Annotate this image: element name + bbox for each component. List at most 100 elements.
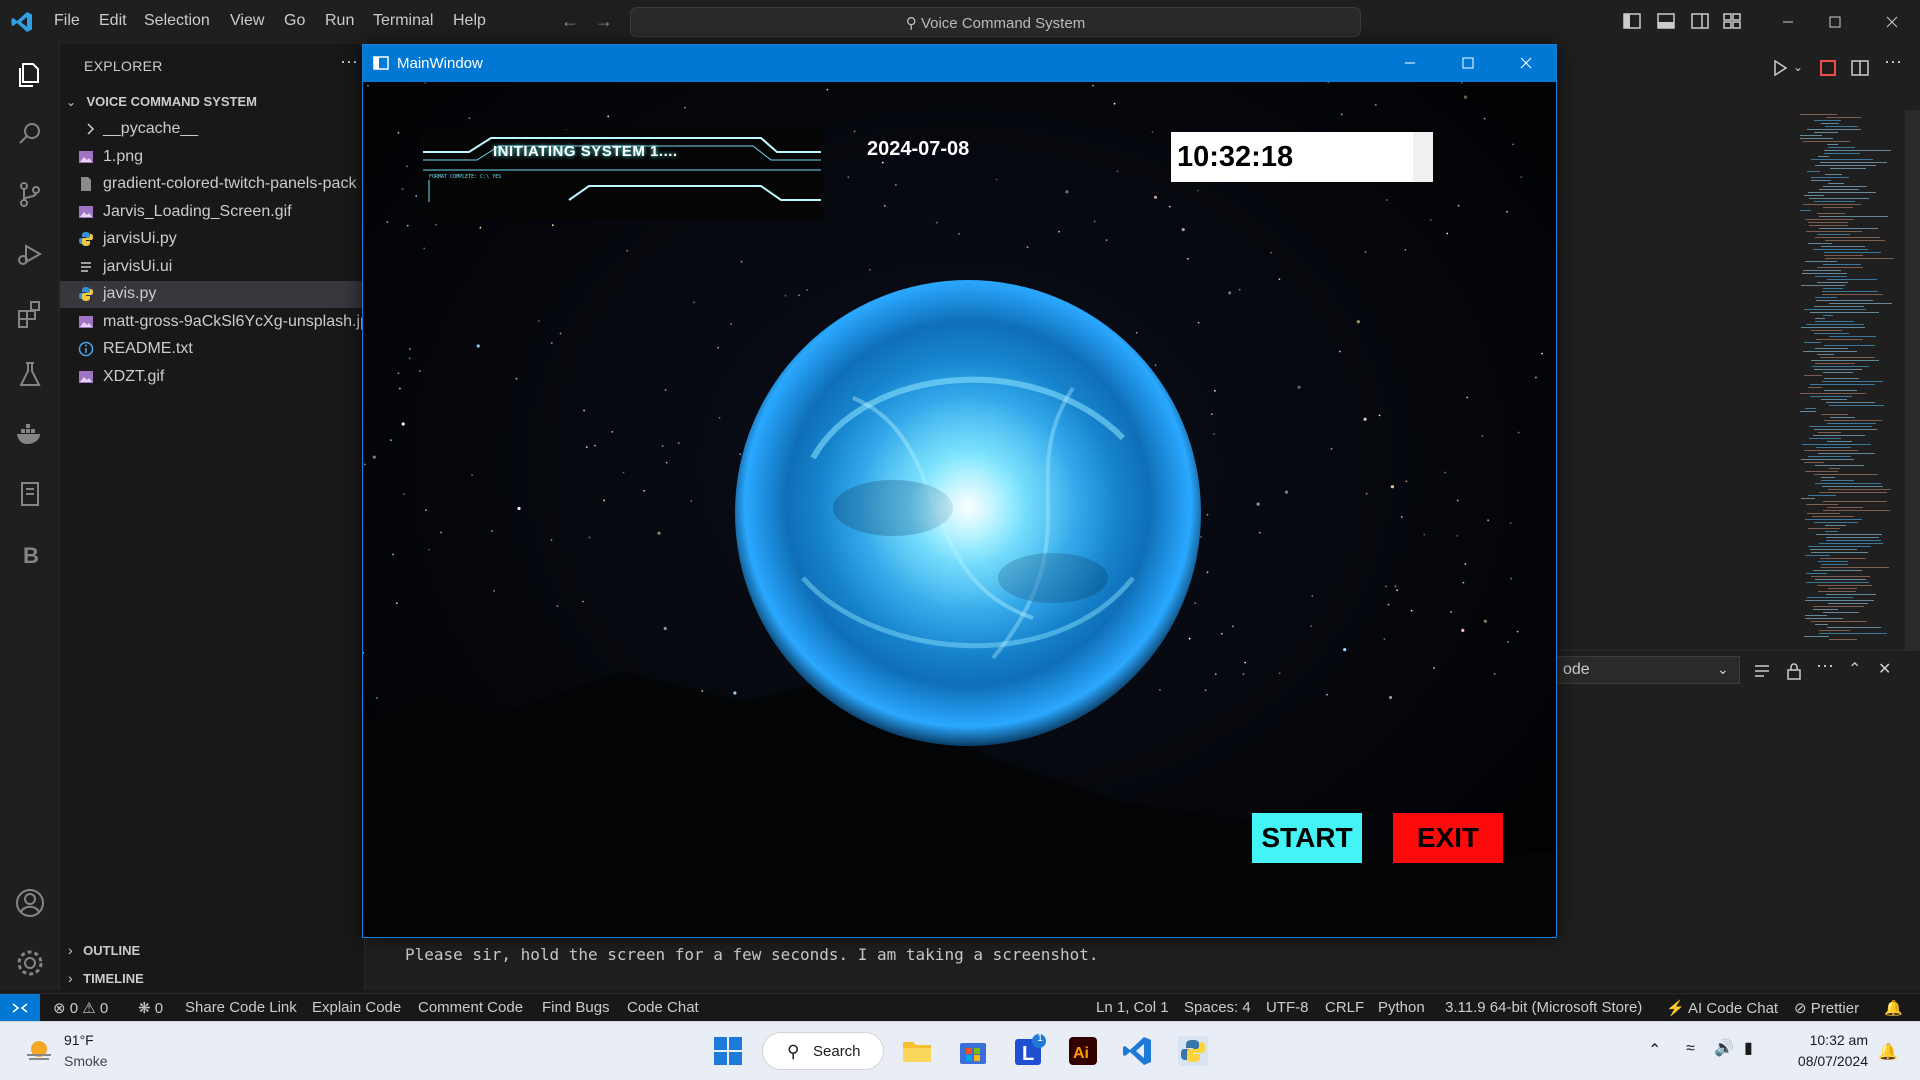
- file-tree-item[interactable]: javis.py: [60, 281, 365, 308]
- remote-indicator-icon[interactable]: [0, 994, 40, 1022]
- file-tree-item[interactable]: jarvisUi.py: [60, 226, 365, 253]
- file-tree-item[interactable]: XDZT.gif: [60, 364, 365, 391]
- more-actions-icon[interactable]: ⋯: [340, 52, 358, 73]
- vscode-taskbar-icon[interactable]: [1120, 1034, 1154, 1068]
- time-box-scrollbar[interactable]: [1413, 132, 1433, 182]
- outline-section[interactable]: › OUTLINE: [68, 942, 140, 960]
- ports-indicator[interactable]: ❋ 0: [138, 999, 163, 1017]
- share-code-link-button[interactable]: Share Code Link: [185, 999, 297, 1016]
- editor-scrollbar[interactable]: [1905, 110, 1920, 650]
- menu-help[interactable]: Help: [453, 12, 486, 30]
- toggle-sidebar-icon[interactable]: [1622, 11, 1642, 31]
- exit-button[interactable]: EXIT: [1393, 813, 1503, 863]
- weather-smoke-icon[interactable]: [24, 1036, 54, 1066]
- project-folder[interactable]: ⌄ VOICE COMMAND SYSTEM: [66, 93, 257, 111]
- run-debug-icon[interactable]: [14, 238, 46, 270]
- file-tree-item[interactable]: matt-gross-9aCkSl6YcXg-unsplash.jpg: [60, 309, 378, 336]
- settings-gear-icon[interactable]: [14, 947, 46, 979]
- run-dropdown-icon[interactable]: ⌄: [1793, 60, 1803, 74]
- vscode-maximize-button[interactable]: [1811, 9, 1857, 35]
- menu-view[interactable]: View: [230, 12, 264, 30]
- notification-center-icon[interactable]: 🔔: [1878, 1042, 1898, 1062]
- windows-start-icon[interactable]: [711, 1034, 745, 1068]
- explain-code-button[interactable]: Explain Code: [312, 999, 401, 1016]
- menu-file[interactable]: File: [54, 12, 80, 30]
- remote-explorer-icon[interactable]: [14, 478, 46, 510]
- close-panel-icon[interactable]: ✕: [1878, 659, 1891, 679]
- testing-icon[interactable]: [14, 358, 46, 390]
- run-icon[interactable]: [1770, 58, 1790, 78]
- cursor-position[interactable]: Ln 1, Col 1: [1096, 999, 1169, 1016]
- file-tree-item[interactable]: Jarvis_Loading_Screen.gif: [60, 199, 365, 226]
- indentation[interactable]: Spaces: 4: [1184, 999, 1251, 1016]
- clear-output-icon[interactable]: [1752, 661, 1772, 681]
- file-tree-item[interactable]: __pycache__: [60, 116, 365, 143]
- vscode-minimize-button[interactable]: [1765, 9, 1811, 35]
- clock-time[interactable]: 10:32 am: [1786, 1032, 1868, 1048]
- back-arrow-icon[interactable]: ←: [561, 11, 579, 32]
- main-window-titlebar[interactable]: MainWindow: [363, 45, 1556, 82]
- find-bugs-button[interactable]: Find Bugs: [542, 999, 610, 1016]
- main-window-minimize-button[interactable]: [1381, 45, 1439, 82]
- problems-indicator[interactable]: ⊗ 0 ⚠ 0: [53, 999, 108, 1017]
- menu-edit[interactable]: Edit: [99, 12, 127, 30]
- l-app-icon[interactable]: L 1: [1012, 1033, 1046, 1068]
- code-chat-button[interactable]: Code Chat: [627, 999, 699, 1016]
- search-icon[interactable]: [14, 118, 46, 150]
- encoding[interactable]: UTF-8: [1266, 999, 1309, 1016]
- editor-more-icon[interactable]: ⋯: [1884, 52, 1902, 73]
- volume-icon[interactable]: 🔊: [1714, 1038, 1734, 1058]
- forward-arrow-icon[interactable]: →: [595, 11, 613, 32]
- ai-code-chat-button[interactable]: ⚡ AI Code Chat: [1666, 999, 1778, 1017]
- lock-icon[interactable]: [1784, 661, 1804, 681]
- menu-go[interactable]: Go: [284, 12, 305, 30]
- main-window-close-button[interactable]: [1497, 45, 1555, 82]
- accounts-icon[interactable]: [14, 887, 46, 919]
- toggle-panel-icon[interactable]: [1656, 11, 1676, 31]
- command-center[interactable]: ⚲ Voice Command System: [630, 7, 1361, 37]
- toggle-secondary-sidebar-icon[interactable]: [1690, 11, 1710, 31]
- file-explorer-icon[interactable]: [900, 1034, 934, 1068]
- file-tree-item[interactable]: jarvisUi.ui: [60, 254, 365, 281]
- vscode-close-button[interactable]: [1869, 9, 1915, 35]
- menu-run[interactable]: Run: [325, 12, 354, 30]
- line-endings[interactable]: CRLF: [1325, 999, 1364, 1016]
- taskbar-search[interactable]: ⚲ Search: [762, 1032, 884, 1070]
- maximize-panel-icon[interactable]: ⌃: [1848, 659, 1861, 679]
- microsoft-store-icon[interactable]: [956, 1034, 990, 1068]
- customize-layout-icon[interactable]: [1722, 11, 1742, 31]
- file-name: matt-gross-9aCkSl6YcXg-unsplash.jpg: [103, 312, 378, 330]
- timeline-section[interactable]: › TIMELINE: [68, 970, 144, 988]
- docker-icon[interactable]: [14, 418, 46, 450]
- source-control-icon[interactable]: [14, 178, 46, 210]
- weather-temperature[interactable]: 91°F: [64, 1032, 94, 1048]
- python-app-icon[interactable]: [1176, 1034, 1210, 1068]
- file-tree-item[interactable]: gradient-colored-twitch-panels-pack: [60, 171, 365, 198]
- adobe-illustrator-icon[interactable]: Ai: [1066, 1034, 1100, 1068]
- panel-more-icon[interactable]: ⋯: [1816, 656, 1834, 677]
- menu-selection[interactable]: Selection: [144, 12, 210, 30]
- start-button[interactable]: START: [1252, 813, 1362, 863]
- extensions-icon[interactable]: [14, 298, 46, 330]
- minimap[interactable]: [1780, 110, 1900, 650]
- weather-description[interactable]: Smoke: [64, 1053, 108, 1069]
- menu-terminal[interactable]: Terminal: [373, 12, 433, 30]
- clock-date[interactable]: 08/07/2024: [1776, 1053, 1868, 1069]
- b-extension-icon[interactable]: B: [14, 538, 46, 570]
- explorer-icon[interactable]: [14, 58, 46, 90]
- python-interpreter[interactable]: 3.11.9 64-bit (Microsoft Store): [1445, 999, 1642, 1016]
- wifi-icon[interactable]: ≈: [1686, 1040, 1695, 1058]
- comment-code-button[interactable]: Comment Code: [418, 999, 523, 1016]
- show-hidden-icons-chevron-icon[interactable]: ⌃: [1648, 1040, 1661, 1060]
- prettier-button[interactable]: ⊘ Prettier: [1794, 999, 1859, 1017]
- file-tree-item[interactable]: 1.png: [60, 144, 365, 171]
- file-tree-item[interactable]: README.txt: [60, 336, 365, 363]
- stop-icon[interactable]: [1818, 58, 1838, 78]
- language-mode[interactable]: Python: [1378, 999, 1425, 1016]
- split-editor-icon[interactable]: [1850, 58, 1870, 78]
- battery-icon[interactable]: ▮: [1744, 1038, 1753, 1058]
- output-channel-select[interactable]: ode ⌄: [1556, 656, 1740, 684]
- main-window-maximize-button[interactable]: [1439, 45, 1497, 82]
- search-icon: ⚲: [905, 15, 921, 32]
- notifications-bell-icon[interactable]: 🔔: [1884, 999, 1903, 1017]
